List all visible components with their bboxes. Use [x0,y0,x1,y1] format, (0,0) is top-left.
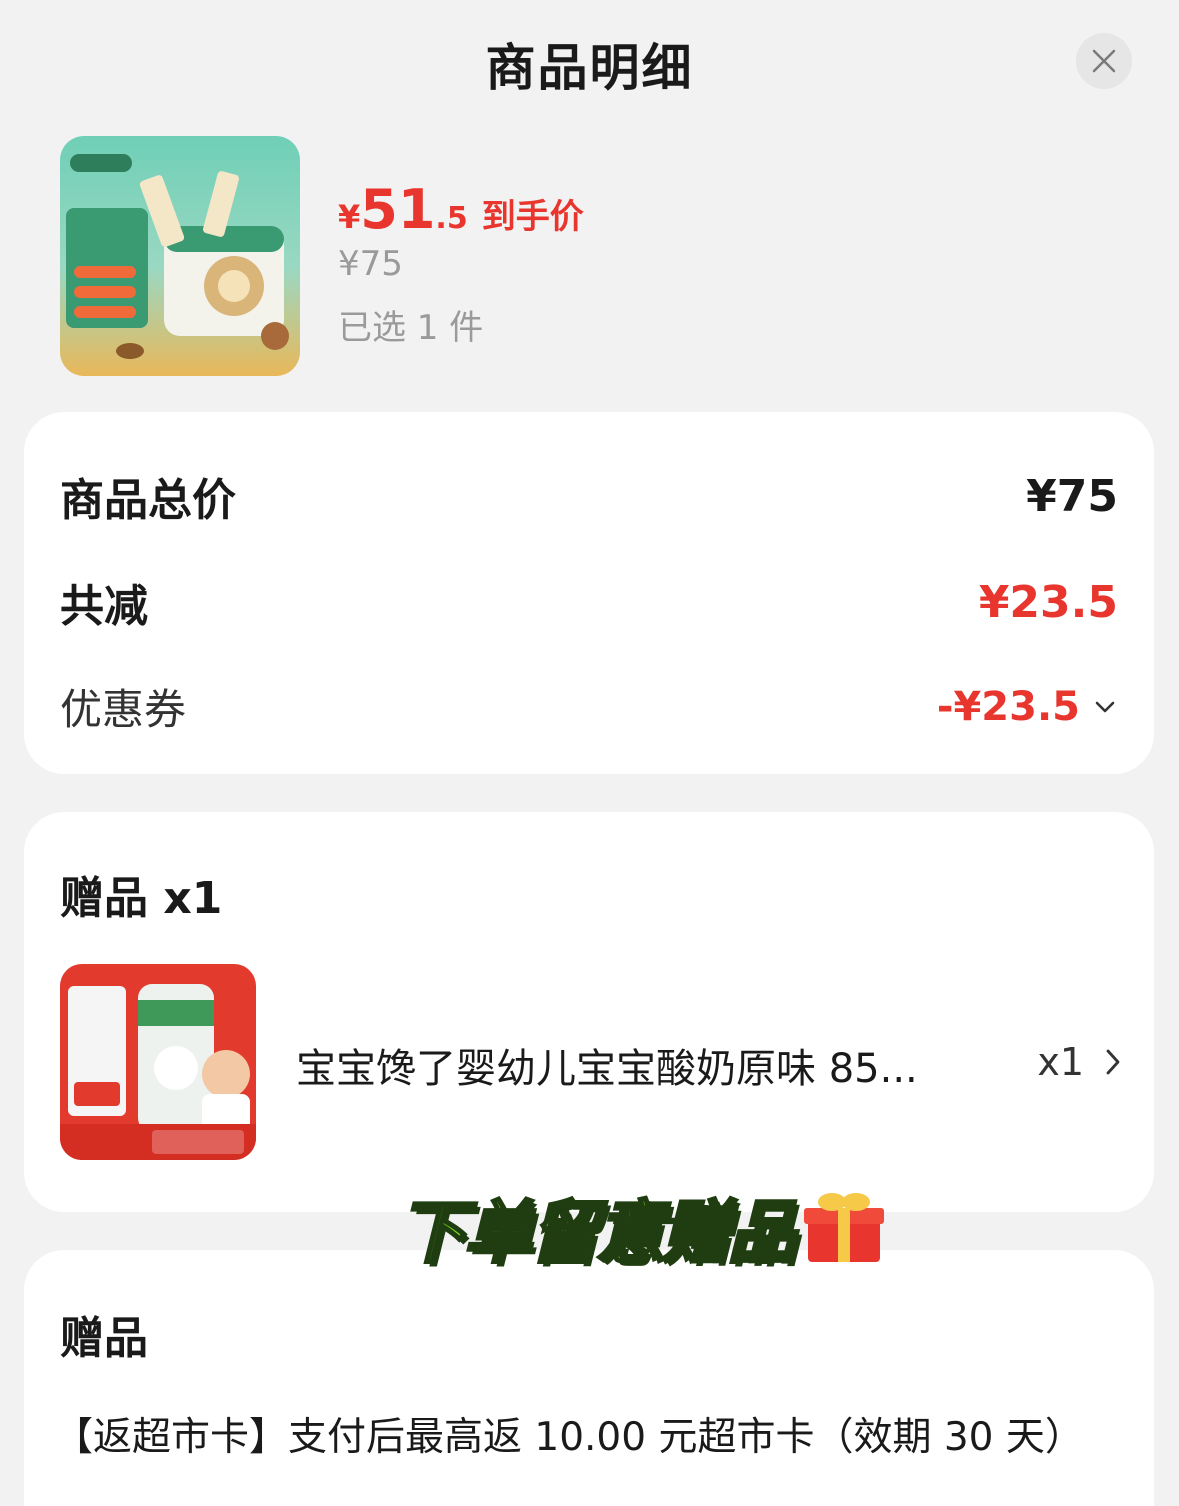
gift-rebate-description: 【返超市卡】支付后最高返 10.00 元超市卡（效期 30 天） [54,1415,1084,1460]
product-info: ¥ 51 .5 到手价 ¥75 已选 1 件 [338,178,584,349]
gift-rebate-card: 赠品 【返超市卡】支付后最高返 10.00 元超市卡（效期 30 天） [24,1250,1154,1506]
gift-rebate-title: 赠品 [60,1313,148,1364]
coupon-value-wrap[interactable]: -¥23.5 [937,684,1118,730]
close-icon [1092,49,1116,73]
price-label: 到手价 [481,197,584,237]
original-price: ¥75 [338,244,403,284]
total-price-label: 商品总价 [60,475,236,526]
gift-box-icon [804,1193,885,1262]
price-summary-card: 商品总价 ¥75 共减 ¥23.5 优惠券 -¥23.5 [24,412,1154,774]
chevron-down-icon [1095,701,1115,712]
price-decimal: .5 [435,201,468,236]
price-integer: 51 [360,178,436,241]
discount-value: ¥23.5 [978,576,1118,628]
coupon-label: 优惠券 [60,685,187,734]
page-title: 商品明细 [485,39,694,97]
total-price-row: 商品总价 ¥75 [60,464,1118,528]
total-price-value: ¥75 [1026,470,1118,522]
promo-banner-text: 下单留意赠品 [396,1192,797,1274]
sheet-header: 商品明细 [0,0,1179,120]
product-image [60,136,300,376]
discount-label: 共减 [60,581,148,632]
close-button[interactable] [1076,33,1132,89]
chevron-right-icon [1106,1049,1120,1075]
gift-item-name[interactable]: 宝宝馋了婴幼儿宝宝酸奶原味 85... [296,1036,946,1094]
coupon-row[interactable]: 优惠券 -¥23.5 [60,676,1118,737]
coupon-value: -¥23.5 [936,683,1080,730]
price-symbol: ¥ [338,198,361,236]
selected-count: 已选 1 件 [338,308,484,348]
discount-row: 共减 ¥23.5 [60,570,1118,634]
gift-card: 赠品 x1 宝宝馋了婴幼儿宝宝酸奶原味 85... x1 [24,812,1154,1212]
gift-item-quantity: x1 [1037,1040,1084,1084]
final-price: ¥ 51 .5 到手价 [338,178,584,241]
gift-image[interactable] [60,964,256,1160]
gift-title: 赠品 x1 [60,873,223,924]
promo-banner: 下单留意赠品 [396,1180,886,1274]
gift-item-quantity-wrap[interactable]: x1 [1037,1040,1122,1084]
